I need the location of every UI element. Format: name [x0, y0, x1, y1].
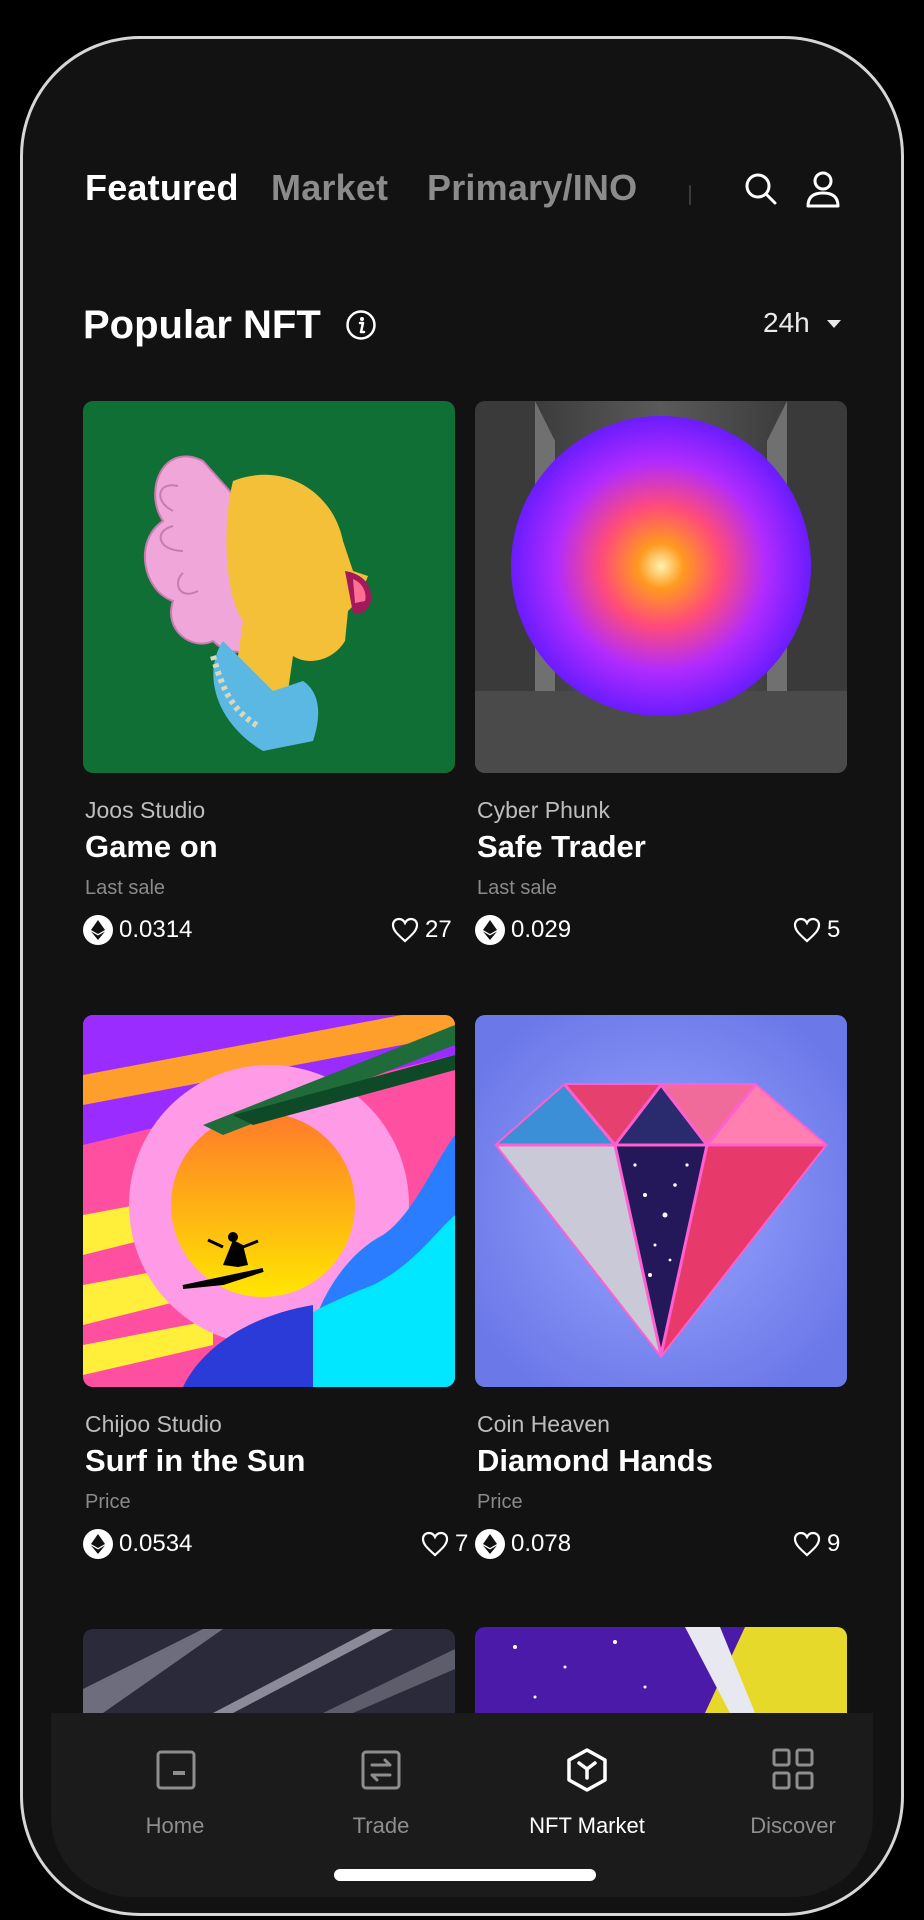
- price: 0.078: [475, 1529, 571, 1559]
- nft-title: Diamond Hands: [477, 1443, 713, 1478]
- info-icon[interactable]: [345, 309, 377, 341]
- price: 0.029: [475, 915, 571, 945]
- nav-label: Discover: [750, 1813, 836, 1838]
- price-label: Last sale: [477, 877, 558, 899]
- heart-icon[interactable]: [391, 917, 419, 943]
- top-nav: Featured Market Primary/INO: [23, 39, 901, 269]
- tab-market[interactable]: Market: [271, 167, 388, 209]
- nft-card[interactable]: Coin Heaven Diamond Hands Price 0.078 9: [475, 1015, 847, 1615]
- screen: Featured Market Primary/INO Popular NFT …: [23, 39, 901, 1913]
- nav-label: Trade: [352, 1813, 410, 1838]
- chevron-down-icon[interactable]: [827, 320, 841, 328]
- user-icon[interactable]: [803, 169, 843, 209]
- heart-icon[interactable]: [793, 917, 821, 943]
- nft-artwork[interactable]: [475, 1015, 847, 1387]
- likes[interactable]: 5: [793, 915, 840, 945]
- like-count: 9: [827, 1530, 841, 1557]
- nft-artwork[interactable]: [83, 1015, 455, 1387]
- price-label: Last sale: [85, 877, 166, 899]
- heart-icon[interactable]: [793, 1531, 821, 1557]
- price: 0.0534: [83, 1529, 192, 1559]
- creator-name: Chijoo Studio: [85, 1411, 222, 1437]
- price-value: 0.029: [511, 916, 572, 943]
- eth-icon: [83, 1529, 113, 1559]
- nft-title: Safe Trader: [477, 829, 646, 864]
- creator-name: Coin Heaven: [477, 1411, 610, 1437]
- like-count: 7: [455, 1530, 469, 1557]
- period-selector[interactable]: 24h: [763, 307, 810, 339]
- home-indicator[interactable]: [334, 1869, 596, 1881]
- eth-icon: [83, 915, 113, 945]
- nft-artwork-partial[interactable]: [83, 1629, 455, 1713]
- like-count: 5: [827, 916, 841, 943]
- nft-title: Surf in the Sun: [85, 1443, 306, 1478]
- price-value: 0.0314: [119, 916, 193, 943]
- likes[interactable]: 27: [391, 915, 452, 945]
- nav-label: Home: [145, 1813, 205, 1838]
- swap-icon[interactable]: [360, 1749, 402, 1791]
- price-value: 0.078: [511, 1530, 572, 1557]
- price-value: 0.0534: [119, 1530, 193, 1557]
- nft-card[interactable]: Joos Studio Game on Last sale 0.0314 27: [83, 401, 455, 1001]
- tab-divider: [689, 185, 691, 205]
- likes[interactable]: 7: [421, 1529, 468, 1559]
- nft-artwork-partial[interactable]: [475, 1627, 847, 1713]
- nft-title: Game on: [85, 829, 218, 864]
- tab-primary-ino[interactable]: Primary/INO: [427, 167, 637, 209]
- price: 0.0314: [83, 915, 192, 945]
- search-icon[interactable]: [743, 171, 779, 207]
- phone-frame: Featured Market Primary/INO Popular NFT …: [20, 36, 904, 1916]
- eth-icon: [475, 915, 505, 945]
- nft-artwork[interactable]: [83, 401, 455, 773]
- tab-featured[interactable]: Featured: [85, 167, 239, 209]
- nft-hexagon-icon[interactable]: [565, 1747, 609, 1793]
- nft-artwork[interactable]: [475, 401, 847, 773]
- grid-icon[interactable]: [771, 1747, 815, 1791]
- creator-name: Joos Studio: [85, 797, 206, 823]
- heart-icon[interactable]: [421, 1531, 449, 1557]
- section-title: Popular NFT: [83, 303, 321, 347]
- like-count: 27: [425, 916, 452, 943]
- nav-label: NFT Market: [529, 1813, 645, 1838]
- nft-card[interactable]: Cyber Phunk Safe Trader Last sale 0.029 …: [475, 401, 847, 1001]
- wallet-icon[interactable]: [155, 1749, 197, 1791]
- creator-name: Cyber Phunk: [477, 797, 610, 823]
- eth-icon: [475, 1529, 505, 1559]
- price-label: Price: [477, 1491, 523, 1513]
- likes[interactable]: 9: [793, 1529, 840, 1559]
- price-label: Price: [85, 1491, 131, 1513]
- nft-card[interactable]: Chijoo Studio Surf in the Sun Price 0.05…: [83, 1015, 468, 1615]
